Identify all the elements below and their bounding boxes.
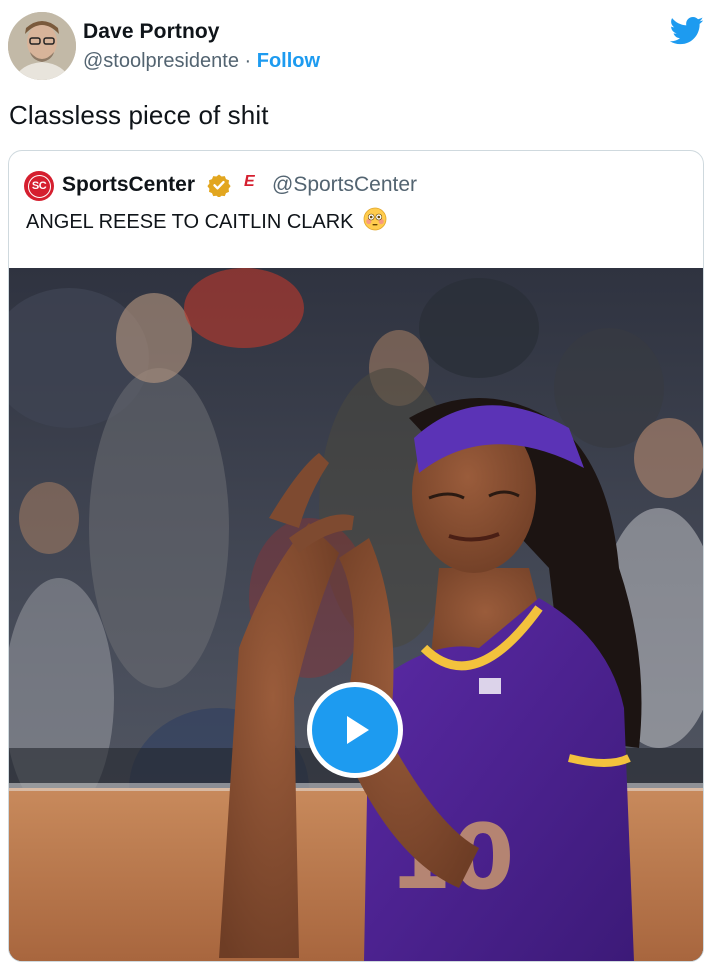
- verified-badge-icon: [207, 174, 231, 197]
- author-avatar[interactable]: [8, 12, 76, 80]
- play-button[interactable]: [307, 682, 403, 778]
- sportscenter-logo[interactable]: SC: [24, 171, 54, 201]
- video-frame-image: 10: [9, 268, 703, 961]
- quoted-author-handle[interactable]: @SportsCenter: [272, 173, 417, 197]
- author-handle-row: @stoolpresidente · Follow: [83, 50, 320, 73]
- quoted-tweet-text-content: ANGEL REESE TO CAITLIN CLARK: [26, 211, 354, 233]
- quoted-tweet[interactable]: SC SportsCenter E @SportsCenter ANGEL RE…: [8, 150, 704, 962]
- author-handle[interactable]: @stoolpresidente: [83, 50, 239, 72]
- play-icon: [347, 716, 369, 744]
- espn-affiliation-icon: E: [244, 173, 255, 190]
- quoted-author-name[interactable]: SportsCenter: [62, 173, 195, 197]
- flushed-face-emoji-icon: [363, 207, 387, 231]
- video-thumbnail[interactable]: 10: [9, 268, 703, 961]
- quoted-tweet-text: ANGEL REESE TO CAITLIN CLARK: [26, 207, 387, 234]
- tweet-header: Dave Portnoy @stoolpresidente · Follow: [0, 0, 720, 90]
- separator-dot: ·: [244, 50, 252, 72]
- tweet-text: Classless piece of shit: [9, 100, 269, 130]
- sportscenter-logo-text: SC: [27, 174, 51, 198]
- twitter-bird-icon[interactable]: [670, 16, 704, 46]
- author-name[interactable]: Dave Portnoy: [83, 20, 220, 44]
- follow-button[interactable]: Follow: [257, 50, 320, 72]
